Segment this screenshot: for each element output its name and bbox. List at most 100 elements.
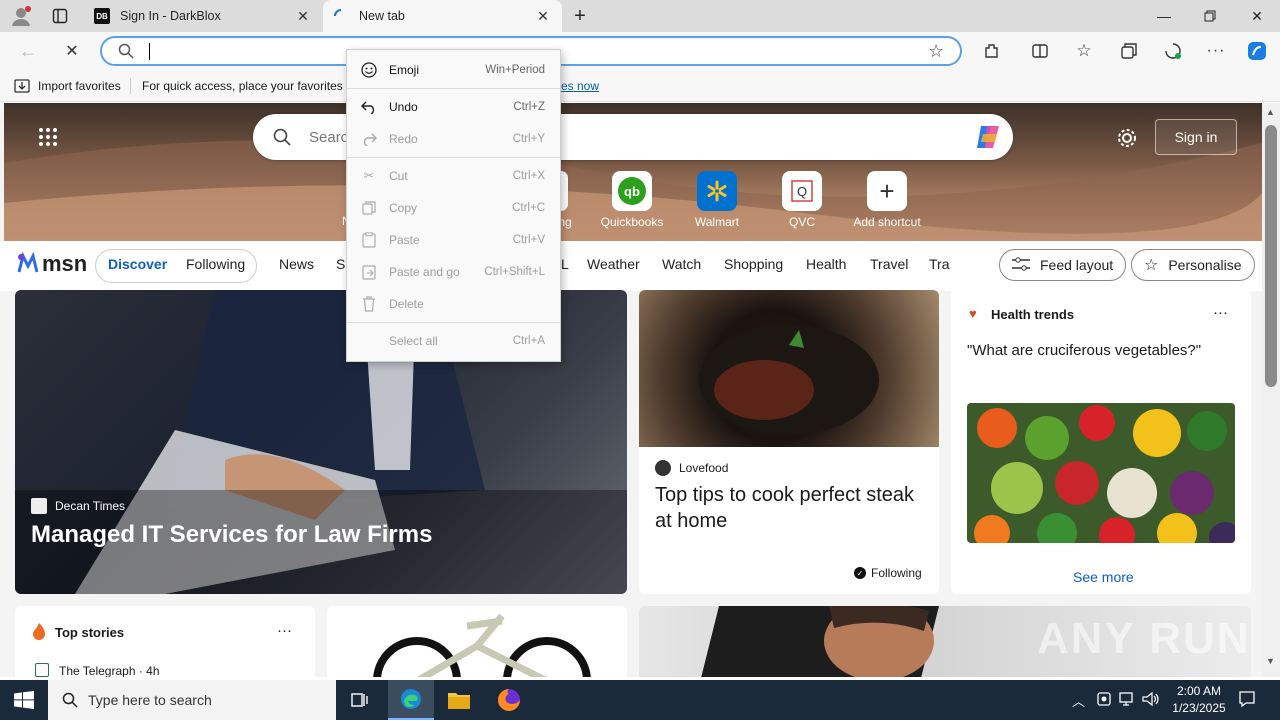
tab-new-tab[interactable]: New tab ✕ xyxy=(323,0,562,32)
trash-icon xyxy=(361,296,377,312)
favorite-star-icon[interactable]: ☆ xyxy=(928,41,944,62)
trend-question[interactable]: "What are cruciferous vegetables?" xyxy=(967,342,1201,359)
firefox-icon[interactable] xyxy=(497,688,521,712)
profile-icon[interactable] xyxy=(10,5,32,27)
article-title[interactable]: Managed IT Services for Law Firms xyxy=(31,521,432,549)
copilot-icon[interactable] xyxy=(973,122,1003,155)
following-label[interactable]: Following xyxy=(871,566,922,580)
clock-time[interactable]: 2:00 AM xyxy=(1172,684,1226,698)
health-trends-card[interactable]: ♥ Health trends ··· "What are cruciferou… xyxy=(951,290,1251,594)
close-window-button[interactable]: ✕ xyxy=(1234,0,1280,32)
menu-label: Cut xyxy=(389,169,408,183)
bike-news-card[interactable] xyxy=(327,606,627,677)
shortcut-qvc[interactable]: Q QVC xyxy=(762,171,842,229)
paste-go-icon xyxy=(361,264,377,280)
close-tab-icon[interactable]: ✕ xyxy=(534,7,552,25)
nav-weather[interactable]: Weather xyxy=(587,256,640,272)
top-stories-card: Top stories ··· The Telegraph · 4h xyxy=(15,606,315,677)
shortcut-partial-tile xyxy=(561,171,568,211)
source-logo xyxy=(35,663,49,677)
apps-launcher-icon[interactable] xyxy=(38,127,58,147)
sign-in-button[interactable]: Sign in xyxy=(1155,119,1237,155)
page-scrollbar[interactable]: ▲ ▼ xyxy=(1262,103,1280,677)
vegetables-image xyxy=(967,403,1235,543)
menu-label: Emoji xyxy=(389,63,420,77)
close-tab-icon[interactable]: ✕ xyxy=(294,7,312,25)
qvc-icon: Q xyxy=(782,171,822,211)
nav-travel[interactable]: Travel xyxy=(870,256,908,272)
shortcut-quickbooks[interactable]: qb Quickbooks xyxy=(592,171,672,229)
nav-news[interactable]: News xyxy=(279,256,314,272)
favorites-bar: Import favorites For quick access, place… xyxy=(0,70,1280,102)
task-view-icon[interactable] xyxy=(350,690,370,710)
import-favorites-link[interactable]: Import favorites xyxy=(38,79,121,93)
scrollbar-thumb[interactable] xyxy=(1265,125,1277,387)
shortcut-walmart[interactable]: Walmart xyxy=(677,171,757,229)
nav-shopping[interactable]: Shopping xyxy=(724,256,783,272)
tab-following[interactable]: Following xyxy=(186,256,245,272)
menu-shortcut: Ctrl+C xyxy=(512,202,545,214)
back-button[interactable]: ← xyxy=(16,40,40,62)
steak-news-card[interactable]: Lovefood Top tips to cook perfect steak … xyxy=(639,290,939,594)
collections-icon[interactable] xyxy=(1117,40,1141,62)
start-button[interactable] xyxy=(14,691,34,709)
plus-icon: + xyxy=(867,171,907,211)
feed-layout-button[interactable]: Feed layout xyxy=(999,249,1127,281)
menu-item-paste-and-go: Paste and go Ctrl+Shift+L xyxy=(347,258,560,286)
nav-traffic[interactable]: Tra xyxy=(929,256,949,272)
more-options-icon[interactable]: ··· xyxy=(277,622,292,639)
minimize-button[interactable]: — xyxy=(1141,0,1187,32)
page-settings-icon[interactable] xyxy=(1116,127,1138,149)
menu-label: Paste xyxy=(389,233,420,247)
menu-shortcut: Ctrl+Y xyxy=(512,133,545,145)
quickbooks-icon: qb xyxy=(612,171,652,211)
show-hidden-icons[interactable]: ︿ xyxy=(1072,691,1085,710)
favorites-icon[interactable]: ☆ xyxy=(1072,40,1096,62)
nav-partial[interactable]: L xyxy=(561,256,569,272)
shortcut-label: Quickbooks xyxy=(600,215,664,229)
more-options-icon[interactable]: ··· xyxy=(1213,304,1228,321)
split-screen-icon[interactable] xyxy=(1028,40,1052,62)
scissors-icon: ✂ xyxy=(363,168,375,183)
menu-item-emoji[interactable]: Emoji Win+Period xyxy=(347,56,560,84)
restore-button[interactable] xyxy=(1187,0,1233,32)
security-icon[interactable] xyxy=(1096,690,1112,711)
menu-divider xyxy=(347,88,560,89)
tab-actions-icon[interactable] xyxy=(52,8,68,24)
tab-darkblox[interactable]: DB Sign In - DarkBlox ✕ xyxy=(84,0,322,32)
taskbar-search-box[interactable]: Type here to search xyxy=(48,680,336,720)
menu-item-cut: ✂ Cut Ctrl+X xyxy=(347,162,560,190)
flame-icon xyxy=(31,622,47,643)
copilot-icon[interactable] xyxy=(1245,40,1269,62)
clock-date[interactable]: 1/23/2025 xyxy=(1166,701,1232,715)
menu-item-undo[interactable]: Undo Ctrl+Z xyxy=(347,93,560,121)
navigation-toolbar: ← ✕ ☆ ☆ ··· xyxy=(0,32,1280,70)
menu-label: Select all xyxy=(389,334,438,348)
shortcut-add[interactable]: + Add shortcut xyxy=(847,171,927,229)
see-more-link[interactable]: See more xyxy=(1073,569,1134,585)
manage-favorites-link[interactable]: es now xyxy=(561,79,599,93)
scroll-up-arrow[interactable]: ▲ xyxy=(1266,107,1275,117)
scroll-down-arrow[interactable]: ▼ xyxy=(1266,656,1275,666)
nav-watch[interactable]: Watch xyxy=(662,256,701,272)
msn-logo[interactable]: msn xyxy=(16,251,87,277)
file-explorer-icon[interactable] xyxy=(447,689,471,711)
article-title[interactable]: Top tips to cook perfect steak at home xyxy=(655,482,915,534)
settings-more-icon[interactable]: ··· xyxy=(1204,40,1228,62)
network-icon[interactable] xyxy=(1119,691,1137,710)
new-tab-button[interactable]: + xyxy=(568,4,592,28)
nav-health[interactable]: Health xyxy=(806,256,846,272)
volume-icon[interactable] xyxy=(1142,691,1160,710)
redo-icon xyxy=(361,131,377,147)
sparkle-icon: ☆ xyxy=(1144,257,1159,274)
tab-discover[interactable]: Discover xyxy=(108,256,167,272)
browser-essentials-icon[interactable] xyxy=(1161,40,1185,62)
article-source: Decan Times xyxy=(55,499,126,513)
personalise-button[interactable]: ☆ Personalise xyxy=(1131,249,1255,281)
edge-taskbar-icon[interactable] xyxy=(388,680,434,720)
notifications-icon[interactable] xyxy=(1238,690,1256,711)
stop-loading-button[interactable]: ✕ xyxy=(60,40,84,62)
feed-layout-label: Feed layout xyxy=(1040,257,1114,273)
extensions-icon[interactable] xyxy=(980,40,1004,62)
fitness-news-card[interactable]: ANY RUN xyxy=(639,606,1251,677)
